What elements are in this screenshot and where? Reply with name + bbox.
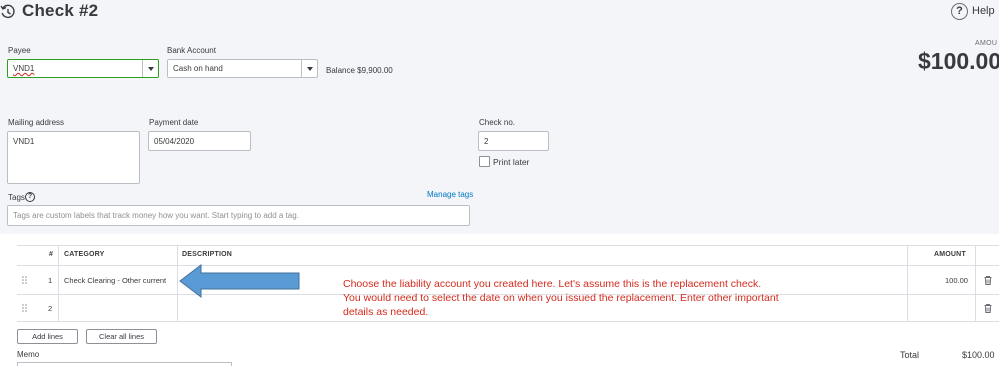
row-1-amount[interactable]: 100.00 bbox=[945, 276, 968, 285]
total-value: $100.00 bbox=[962, 350, 995, 360]
annotation-text: Choose the liability account you created… bbox=[343, 277, 863, 319]
amount-total: $100.00 bbox=[918, 48, 999, 74]
check-header-panel bbox=[0, 0, 999, 234]
add-lines-button[interactable]: Add lines bbox=[17, 329, 78, 344]
annotation-line-3: details as needed. bbox=[343, 306, 429, 318]
total-label: Total bbox=[900, 350, 920, 360]
annotation-arrow bbox=[179, 264, 300, 298]
help-link[interactable]: Help bbox=[972, 5, 995, 17]
question-icon[interactable]: ? bbox=[25, 192, 35, 202]
column-header-category: CATEGORY bbox=[64, 251, 105, 258]
bank-account-value: Cash on hand bbox=[173, 64, 223, 73]
mailing-address-field[interactable]: VND1 bbox=[7, 131, 140, 184]
print-later-label: Print later bbox=[493, 157, 530, 167]
bank-account-label: Bank Account bbox=[167, 46, 216, 55]
trash-icon[interactable] bbox=[984, 304, 992, 313]
page-title: Check #2 bbox=[22, 1, 99, 20]
mailing-address-label: Mailing address bbox=[8, 118, 65, 127]
chevron-down-icon[interactable] bbox=[301, 60, 317, 77]
tags-placeholder: Tags are custom labels that track money … bbox=[13, 211, 299, 220]
payment-date-value: 05/04/2020 bbox=[154, 136, 195, 146]
balance-value: $9,900.00 bbox=[357, 66, 393, 75]
payment-date-field[interactable]: 05/04/2020 bbox=[148, 131, 251, 151]
column-header-amount: AMOUNT bbox=[934, 251, 966, 258]
balance-label: Balance bbox=[326, 66, 355, 75]
tags-input[interactable]: Tags are custom labels that track money … bbox=[7, 205, 470, 226]
annotation-line-2: You would need to select the date on whe… bbox=[343, 292, 779, 304]
payee-select[interactable]: VND1 bbox=[7, 59, 159, 78]
payee-label: Payee bbox=[8, 46, 31, 55]
balance-display: Balance $9,900.00 bbox=[326, 66, 393, 75]
print-later-checkbox[interactable] bbox=[479, 156, 490, 167]
help-icon[interactable]: ? bbox=[951, 3, 968, 20]
drag-handle-icon[interactable] bbox=[22, 276, 28, 284]
mailing-address-value: VND1 bbox=[13, 137, 35, 146]
row-1-category[interactable]: Check Clearing - Other current bbox=[64, 276, 166, 285]
manage-tags-link[interactable]: Manage tags bbox=[427, 190, 473, 199]
history-icon[interactable] bbox=[0, 4, 16, 20]
tags-label: Tags bbox=[8, 193, 25, 202]
bank-account-select[interactable]: Cash on hand bbox=[167, 59, 318, 78]
row-2-number: 2 bbox=[48, 304, 53, 313]
column-header-number: # bbox=[49, 251, 54, 258]
drag-handle-icon[interactable] bbox=[22, 304, 28, 312]
row-1-number: 1 bbox=[48, 276, 53, 285]
column-header-description: DESCRIPTION bbox=[182, 251, 233, 258]
payee-value: VND1 bbox=[13, 64, 35, 73]
check-no-field[interactable]: 2 bbox=[478, 131, 549, 151]
check-no-label: Check no. bbox=[479, 118, 516, 127]
clear-all-lines-button[interactable]: Clear all lines bbox=[86, 329, 157, 344]
payment-date-label: Payment date bbox=[149, 118, 199, 127]
trash-icon[interactable] bbox=[984, 276, 992, 285]
check-no-value: 2 bbox=[484, 136, 489, 146]
annotation-line-1: Choose the liability account you created… bbox=[343, 278, 762, 290]
amount-label: AMOU bbox=[975, 40, 998, 47]
memo-field[interactable] bbox=[17, 362, 232, 366]
chevron-down-icon[interactable] bbox=[142, 60, 158, 77]
memo-label: Memo bbox=[17, 350, 40, 359]
